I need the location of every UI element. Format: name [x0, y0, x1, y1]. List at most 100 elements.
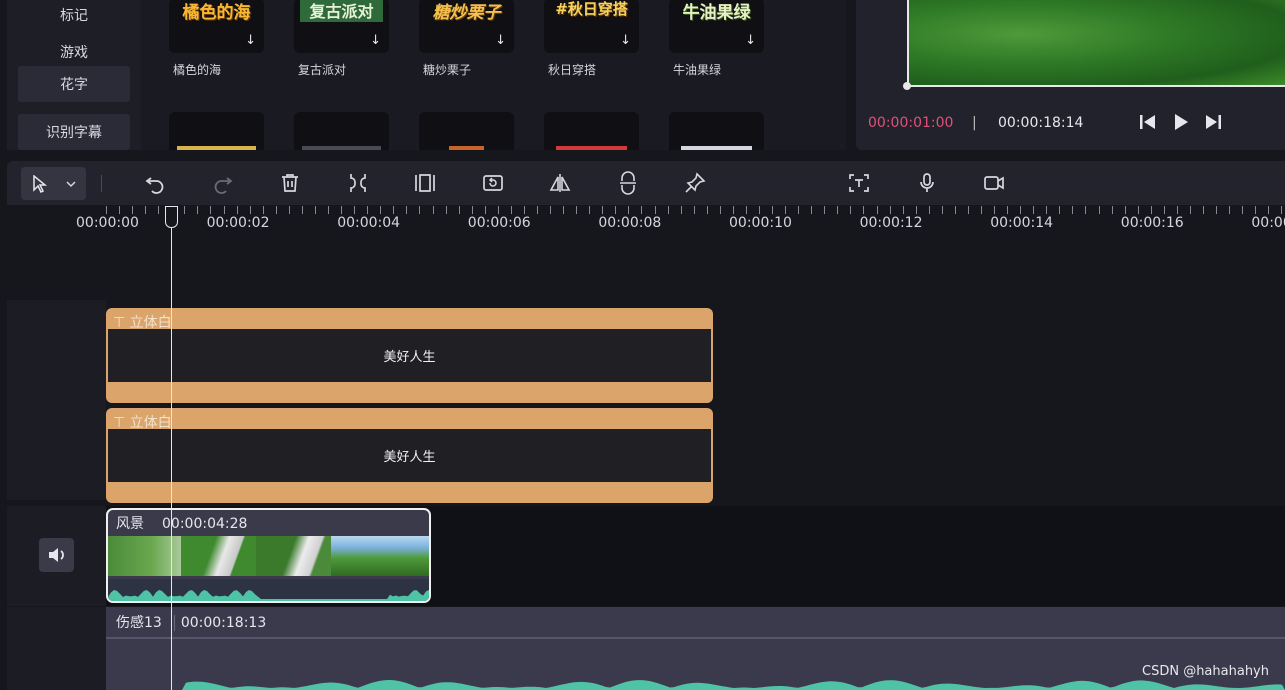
ruler-label: 00:00:16: [1120, 215, 1184, 231]
camera-icon[interactable]: [982, 171, 1006, 195]
rotate-icon[interactable]: [481, 171, 505, 195]
effect-tile[interactable]: 糖炒栗子 ↓: [419, 0, 514, 53]
select-tool-button[interactable]: [21, 167, 86, 200]
text-clip[interactable]: ⊤ 立体白 美好人生: [106, 408, 713, 503]
ruler-tick: [994, 206, 995, 214]
download-icon[interactable]: ↓: [370, 33, 381, 48]
current-timecode: 00:00:01:00: [868, 115, 953, 131]
sidebar-item-label: 花字: [60, 77, 88, 93]
audio-clip-name: 伤感13: [116, 615, 162, 631]
effect-preview-text: #秋日穿搭: [555, 0, 628, 18]
download-icon[interactable]: ↓: [620, 33, 631, 48]
split-icon[interactable]: [346, 171, 370, 195]
text-clip[interactable]: ⊤ 立体白 美好人生: [106, 308, 713, 403]
play-icon[interactable]: [1172, 112, 1190, 136]
ruler-tick: [720, 206, 721, 214]
ruler-tick: [263, 206, 264, 214]
sidebar-item-label: 标记: [60, 8, 88, 24]
ruler-tick: [485, 206, 486, 214]
video-clip-header: 风景 00:00:04:28: [116, 513, 247, 533]
mute-toggle-button[interactable]: [39, 538, 74, 572]
ruler-label: 00:00:00: [76, 215, 139, 231]
time-ruler[interactable]: 00:00:00 00:00:02 00:00:04 00:00:06 00:00:08…: [7, 205, 1285, 235]
ruler-tick: [1033, 206, 1034, 214]
mirror-icon[interactable]: [548, 171, 572, 195]
redo-icon[interactable]: [211, 171, 235, 195]
ruler-tick: [367, 206, 368, 214]
effect-tile[interactable]: 复古派对 ↓: [294, 0, 389, 53]
ruler-tick: [1059, 206, 1060, 214]
ruler-tick: [315, 206, 316, 214]
ruler-tick: [563, 206, 564, 214]
ruler-tick: [328, 206, 329, 214]
ruler-label: 00:00:06: [467, 215, 531, 231]
audio-clip[interactable]: 伤感13 00:00:18:13: [106, 607, 1285, 690]
ruler-label: 00:00:04: [337, 215, 401, 231]
current-time: 00:00:01:00: [868, 115, 954, 131]
ruler-tick: [511, 206, 512, 214]
effect-tile[interactable]: [419, 112, 514, 150]
delete-icon[interactable]: [278, 171, 302, 195]
sidebar-item-label: 识别字幕: [46, 125, 102, 141]
ruler-tick: [302, 206, 303, 214]
audio-clip-divider: [106, 637, 1285, 639]
ruler-tick: [1112, 206, 1113, 214]
ruler-tick: [158, 206, 159, 214]
ruler-label: 00:00:10: [729, 215, 792, 231]
effect-label: 复古派对: [298, 63, 347, 77]
ruler-tick: [433, 206, 434, 214]
video-clip-duration: 00:00:04:28: [162, 516, 248, 532]
ruler-tick: [1229, 206, 1230, 214]
skip-forward-icon[interactable]: [1204, 112, 1222, 136]
pin-icon[interactable]: [683, 171, 707, 195]
download-icon[interactable]: ↓: [495, 33, 506, 48]
effect-tile[interactable]: [169, 112, 264, 150]
ruler-tick: [811, 206, 812, 214]
effect-tile[interactable]: [294, 112, 389, 150]
ruler-tick: [289, 206, 290, 214]
timecode-divider: |: [972, 115, 977, 131]
ruler-tick: [550, 206, 551, 214]
ruler-tick: [681, 206, 682, 214]
download-icon[interactable]: ↓: [745, 33, 756, 48]
sidebar-item-marker[interactable]: 标记: [18, 0, 130, 33]
audio-clip-header: 伤感13 00:00:18:13: [116, 612, 267, 632]
ruler-tick: [1164, 206, 1165, 214]
ruler-tick: [132, 206, 133, 214]
undo-icon[interactable]: [143, 171, 167, 195]
playhead-handle[interactable]: [165, 206, 178, 228]
effect-tile[interactable]: 橘色的海 ↓: [169, 0, 264, 53]
ruler-tick: [1268, 206, 1269, 214]
ruler-tick: [237, 206, 238, 214]
editor-window: 标记 游戏 花字 识别字幕 橘色的海 ↓ 橘色的海 复古派对 ↓ 复古派对 糖炒…: [0, 0, 1285, 690]
text-track-header: [7, 300, 106, 500]
playhead[interactable]: [171, 206, 172, 690]
effect-tile[interactable]: #秋日穿搭 ↓: [544, 0, 639, 53]
skip-back-icon[interactable]: [1139, 112, 1157, 136]
ruler-tick: [210, 206, 211, 214]
crop-icon[interactable]: [413, 171, 437, 195]
effect-tile[interactable]: [669, 112, 764, 150]
ruler-tick: [824, 206, 825, 214]
effect-tile[interactable]: 牛油果绿 ↓: [669, 0, 764, 53]
video-clip[interactable]: 风景 00:00:04:28: [106, 508, 431, 603]
ruler-label: 00:00:02: [206, 215, 270, 231]
sidebar-item-recognize-subtitles[interactable]: 识别字幕: [18, 114, 130, 150]
effect-preview-text: 橘色的海: [182, 3, 251, 23]
sidebar-item-game[interactable]: 游戏: [18, 34, 130, 60]
effect-preview-thumb: [681, 146, 752, 150]
ruler-label: 00:00:1: [1251, 215, 1285, 231]
ruler-tick: [903, 206, 904, 214]
ruler-label: 00:00:14: [990, 215, 1054, 231]
text-recognize-icon[interactable]: [847, 171, 871, 195]
microphone-icon[interactable]: [915, 171, 939, 195]
ruler-tick: [850, 206, 851, 214]
ruler-tick: [576, 206, 577, 214]
download-icon[interactable]: ↓: [245, 33, 256, 48]
preview-panel: 00:00:01:00 | 00:00:18:14: [856, 0, 1285, 150]
effect-tile[interactable]: [544, 112, 639, 150]
sidebar-item-fancy-text[interactable]: 花字: [18, 66, 130, 102]
freeze-icon[interactable]: [616, 171, 640, 195]
chevron-down-icon[interactable]: [65, 179, 77, 189]
effect-label: 秋日穿搭: [548, 63, 597, 77]
